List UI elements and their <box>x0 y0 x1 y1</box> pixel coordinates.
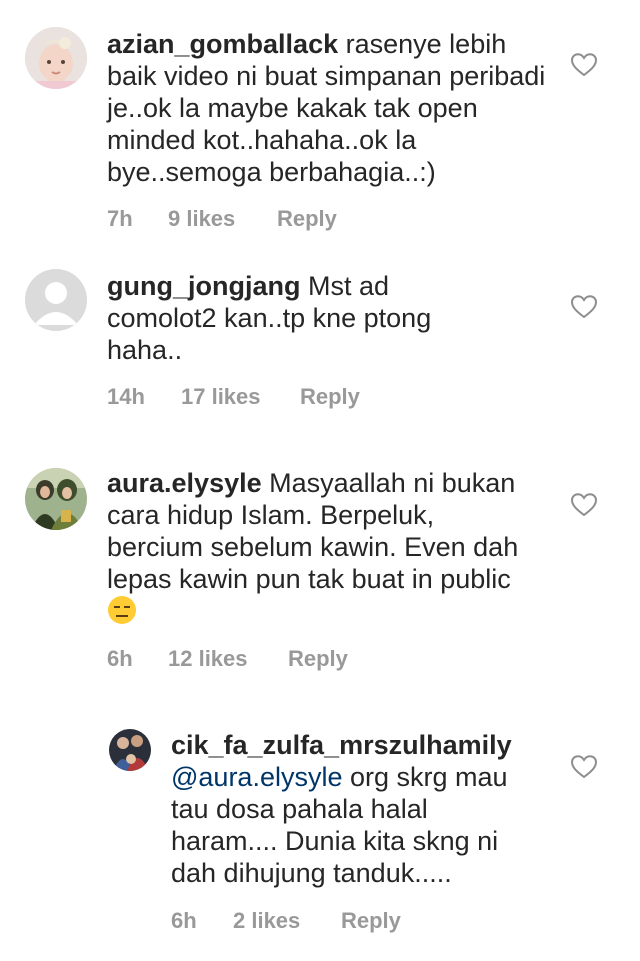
comment-time: 6h <box>171 908 197 933</box>
comment-time: 7h <box>107 206 133 231</box>
reply-button[interactable]: Reply <box>341 908 401 934</box>
reply-button[interactable]: Reply <box>277 206 337 232</box>
comment-username[interactable]: aura.elysyle <box>107 468 262 498</box>
comment-likes[interactable]: 9 likes <box>168 206 277 232</box>
comment-item: aura.elysyle Masyaallah ni bukan cara hi… <box>0 430 640 700</box>
baby-photo-avatar-icon <box>25 27 87 89</box>
comment-meta: 14h 17 likes Reply <box>107 384 360 410</box>
reply-item: cik_fa_zulfa_mrszulhamily @aura.elysyle … <box>0 700 640 961</box>
avatar[interactable] <box>25 468 87 530</box>
comment-meta: 6h 2 likes Reply <box>171 908 401 934</box>
heart-icon[interactable] <box>571 493 597 517</box>
comment-text: cik_fa_zulfa_mrszulhamily @aura.elysyle … <box>171 729 536 889</box>
comment-meta: 7h 9 likes Reply <box>107 206 337 232</box>
comment-likes[interactable]: 12 likes <box>168 646 288 672</box>
expressionless-face-emoji-icon <box>108 596 136 624</box>
comment-text: gung_jongjang Mst ad comolot2 kan..tp kn… <box>107 270 477 366</box>
comment-username[interactable]: gung_jongjang <box>107 271 300 301</box>
comment-time: 6h <box>107 646 133 671</box>
heart-icon[interactable] <box>571 755 597 779</box>
mention-link[interactable]: @aura.elysyle <box>171 762 342 792</box>
comment-username[interactable]: cik_fa_zulfa_mrszulhamily <box>171 730 512 760</box>
avatar[interactable] <box>109 729 151 771</box>
avatar[interactable] <box>25 269 87 331</box>
comment-text: aura.elysyle Masyaallah ni bukan cara hi… <box>107 467 537 627</box>
comment-meta: 6h 12 likes Reply <box>107 646 348 672</box>
comment-text: azian_gomballack rasenye lebih baik vide… <box>107 28 547 188</box>
comment-username[interactable]: azian_gomballack <box>107 29 338 59</box>
two-women-photo-avatar-icon <box>25 468 87 530</box>
comment-item: azian_gomballack rasenye lebih baik vide… <box>0 0 640 250</box>
comment-likes[interactable]: 17 likes <box>181 384 300 410</box>
heart-icon[interactable] <box>571 295 597 319</box>
default-user-avatar-icon <box>25 269 87 331</box>
avatar[interactable] <box>25 27 87 89</box>
comment-likes[interactable]: 2 likes <box>233 908 341 934</box>
comment-item: gung_jongjang Mst ad comolot2 kan..tp kn… <box>0 250 640 430</box>
group-photo-avatar-icon <box>109 729 151 771</box>
reply-button[interactable]: Reply <box>300 384 360 410</box>
heart-icon[interactable] <box>571 53 597 77</box>
comment-time: 14h <box>107 384 145 409</box>
reply-button[interactable]: Reply <box>288 646 348 672</box>
